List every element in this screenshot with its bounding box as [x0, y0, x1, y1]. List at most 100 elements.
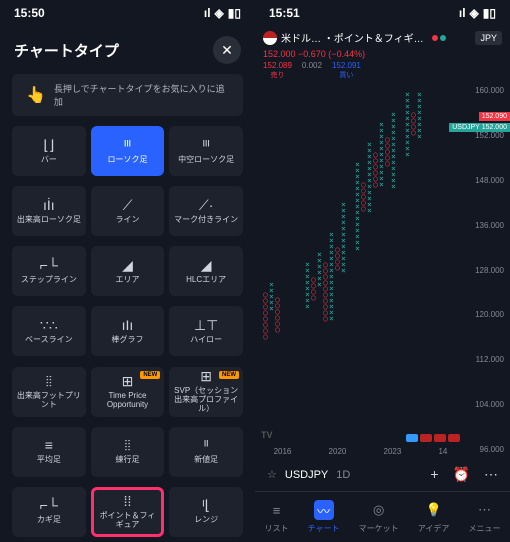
- type-icon: ᴵᴵᴵ: [124, 138, 131, 152]
- alert-icon[interactable]: ⏰: [453, 466, 470, 483]
- chart-type-4[interactable]: ⟋ライン: [91, 186, 165, 236]
- time: 15:50: [14, 6, 45, 20]
- tab-label: マーケット: [359, 523, 399, 534]
- currency-selector[interactable]: JPY: [475, 31, 502, 45]
- chart-type-13[interactable]: NEW⊞Time Price Opportunity: [91, 367, 165, 417]
- type-icon: ıİı: [43, 198, 55, 212]
- type-label: 中空ローソク足: [176, 156, 236, 165]
- status-bar: 15:50 ıl◈▮▯: [0, 0, 255, 26]
- y-tick: 104.000: [468, 400, 508, 409]
- tab-メニュー[interactable]: ⋯メニュー: [468, 500, 500, 534]
- type-label: 棒グラフ: [109, 336, 145, 345]
- chart-type-8[interactable]: ◢HLCエリア: [169, 246, 243, 296]
- type-icon: ◢: [122, 258, 133, 272]
- chart-type-14[interactable]: NEW⊞SVP（セッション出来高プロファイル）: [169, 367, 243, 417]
- quotes-row: 152.089売り 0.002 152.091買い: [255, 59, 510, 82]
- pnf-column: ×××××××××××: [405, 92, 409, 158]
- buy-label: 買い: [339, 70, 353, 80]
- symbol-code[interactable]: USDJPY: [285, 469, 328, 481]
- symbol-toolbar: ☆ USDJPY 1D + ⏰ ⋯: [255, 458, 510, 491]
- chart-type-19[interactable]: ⁞⁞ポイント＆フィギュア: [91, 487, 165, 537]
- tab-アイデア[interactable]: 💡アイデア: [418, 500, 450, 534]
- price-change: 152.000 −0.670 (−0.44%): [255, 49, 510, 59]
- tab-icon: ⋯: [474, 500, 494, 520]
- y-tick: 136.000: [468, 221, 508, 230]
- pnf-column: ×××××××××××××××: [329, 232, 333, 322]
- type-icon: ᴵᴵ: [204, 438, 209, 452]
- type-label: Time Price Opportunity: [91, 392, 165, 410]
- pnf-column: ×××××××××××××××: [355, 162, 359, 252]
- chart-type-12[interactable]: ⦙⦙出来高フットプリント: [12, 367, 86, 417]
- type-icon: ⁞⁞: [124, 494, 132, 508]
- tab-マーケット[interactable]: ◎マーケット: [359, 500, 399, 534]
- chart-type-11[interactable]: ⊥⊤ハイロー: [169, 306, 243, 356]
- type-label: エリア: [113, 276, 141, 285]
- pnf-column: ×××××××××××××: [391, 112, 395, 190]
- chart-type-7[interactable]: ◢ エリア: [91, 246, 165, 296]
- signal-icon: ıl: [459, 6, 466, 20]
- chart-type-0[interactable]: ⌊⌋ バー: [12, 126, 86, 176]
- type-icon: ⦙⦙: [124, 438, 130, 452]
- tab-icon: 💡: [424, 500, 444, 520]
- spread: 0.002: [302, 61, 322, 80]
- flag-icon: [434, 434, 446, 442]
- star-icon[interactable]: ☆: [267, 468, 277, 481]
- chart-type-16[interactable]: ⦙⦙練行足: [91, 427, 165, 477]
- status-icons: ıl◈▮▯: [459, 6, 496, 20]
- close-button[interactable]: ✕: [213, 36, 241, 64]
- add-button[interactable]: +: [430, 466, 438, 483]
- type-icon: ᴵ⌊: [202, 498, 210, 512]
- pnf-column: ○○○○○○○○: [263, 292, 267, 340]
- x-tick: 14: [438, 447, 447, 456]
- page-title: チャートタイプ: [14, 40, 119, 61]
- x-tick: 2020: [329, 447, 347, 456]
- type-label: ローソク足: [105, 156, 149, 165]
- sell-price: 152.089: [263, 61, 292, 70]
- chart-type-3[interactable]: ıİı出来高ローソク足: [12, 186, 86, 236]
- chart-type-15[interactable]: ≡平均足: [12, 427, 86, 477]
- chart-type-20[interactable]: ᴵ⌊ レンジ: [169, 487, 243, 537]
- type-icon: ⌐└: [40, 258, 58, 272]
- sell-quote[interactable]: 152.089売り: [263, 61, 292, 80]
- type-label: バー: [39, 156, 59, 165]
- status-dots: [432, 35, 446, 41]
- y-tick: 160.000: [468, 86, 508, 95]
- y-axis: 160.000152.000148.000136.000128.000120.0…: [466, 82, 510, 458]
- type-icon: ⦙⦙: [46, 374, 52, 388]
- chart-type-10[interactable]: ıIı棒グラフ: [91, 306, 165, 356]
- chart-type-1[interactable]: ᴵᴵᴵ ローソク足: [91, 126, 165, 176]
- chart-type-6[interactable]: ⌐└ステップライン: [12, 246, 86, 296]
- tab-icon: ≡: [267, 500, 287, 520]
- tab-label: チャート: [308, 523, 340, 534]
- chart-type-9[interactable]: ∵∴ベースライン: [12, 306, 86, 356]
- more-icon[interactable]: ⋯: [484, 466, 498, 483]
- type-icon: ⊞: [200, 369, 212, 383]
- chart-type-17[interactable]: ᴵᴵ 新値足: [169, 427, 243, 477]
- symbol-row[interactable]: 米ドル… ・ポイント＆フィギ… JPY: [255, 26, 510, 49]
- sell-label: 売り: [270, 70, 284, 80]
- x-tick: 2016: [274, 447, 292, 456]
- y-tick: 148.000: [468, 176, 508, 185]
- pnf-column: ○○○○○: [385, 137, 389, 167]
- chart-type-18[interactable]: ⌐└カギ足: [12, 487, 86, 537]
- symbol-name: 米ドル… ・ポイント＆フィギ…: [281, 30, 424, 45]
- chart-type-5[interactable]: ⟋·マーク付きライン: [169, 186, 243, 236]
- type-label: 新値足: [192, 456, 220, 465]
- type-label: レンジ: [192, 516, 220, 525]
- pnf-column: ○○○○: [335, 247, 339, 271]
- type-icon: ᴵᴵᴵ: [203, 138, 210, 152]
- type-label: マーク付きライン: [172, 216, 240, 225]
- buy-quote[interactable]: 152.091買い: [332, 61, 361, 80]
- battery-icon: ▮▯: [228, 6, 241, 20]
- type-label: ライン: [113, 216, 141, 225]
- left-screen: 15:50 ıl◈▮▯ チャートタイプ ✕ 👆 長押しでチャートタイプをお気に入…: [0, 0, 255, 542]
- chart-type-2[interactable]: ᴵᴵᴵ 中空ローソク足: [169, 126, 243, 176]
- tab-リスト[interactable]: ≡リスト: [265, 500, 289, 534]
- tab-チャート[interactable]: 〰チャート: [308, 500, 340, 534]
- tab-icon: 〰: [314, 500, 334, 520]
- y-tick: 112.000: [468, 355, 508, 364]
- timeframe[interactable]: 1D: [336, 469, 350, 481]
- chart-area[interactable]: 160.000152.000148.000136.000128.000120.0…: [255, 82, 510, 458]
- type-icon: ⌊⌋: [43, 138, 54, 152]
- pnf-column: ○○○○: [411, 112, 415, 136]
